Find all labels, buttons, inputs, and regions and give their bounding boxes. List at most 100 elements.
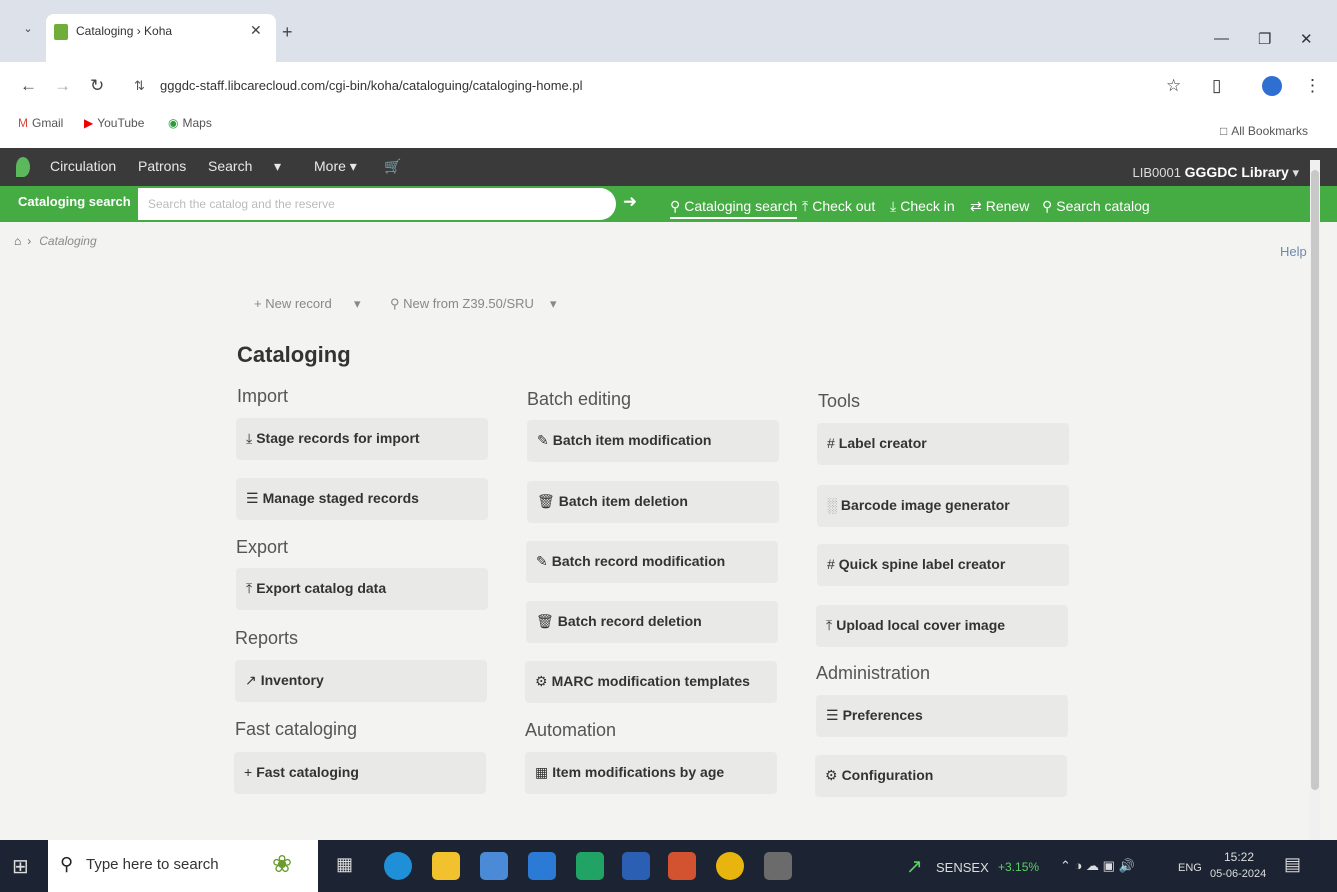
- mail-icon[interactable]: [528, 852, 556, 880]
- gear-icon: ⚙: [535, 673, 548, 689]
- item-modifications-by-age-button[interactable]: ▦ Item modifications by age: [525, 752, 777, 794]
- batch-item-deletion-button[interactable]: 🗑 Batch item deletion: [527, 481, 779, 523]
- bookmark-maps[interactable]: ◉ Maps: [168, 116, 212, 130]
- gmail-icon: M: [18, 116, 28, 130]
- file-explorer-icon[interactable]: [432, 852, 460, 880]
- search-icon: ⚲: [670, 198, 681, 214]
- all-bookmarks[interactable]: □ All Bookmarks: [1220, 124, 1308, 138]
- upload-local-cover-image-button[interactable]: ⤒ Upload local cover image: [816, 605, 1068, 647]
- browser-tab[interactable]: Cataloging › Koha ✕: [46, 14, 276, 62]
- export-catalog-button[interactable]: ⤒ Export catalog data: [236, 568, 488, 610]
- profile-avatar[interactable]: [1262, 76, 1282, 96]
- minimize-icon[interactable]: —: [1214, 30, 1229, 47]
- clock-date[interactable]: 05-06-2024: [1210, 868, 1266, 880]
- nav-more[interactable]: More ▾: [314, 158, 357, 175]
- site-info-icon[interactable]: ⇅: [134, 78, 145, 94]
- bookmark-youtube[interactable]: ▶ YouTube: [84, 116, 144, 130]
- bookmark-star-icon[interactable]: ☆: [1166, 76, 1181, 96]
- catalog-search-input[interactable]: [138, 188, 616, 220]
- bookmarks-bar: M Gmail ▶ YouTube ◉ Maps □ All Bookmarks: [0, 108, 1337, 148]
- cataloging-search-bar: Cataloging search ➜ ⚲Cataloging search ⤒…: [0, 186, 1337, 222]
- quicklink-check-in[interactable]: ⤓ Check in: [890, 198, 955, 215]
- window-close-icon[interactable]: ✕: [1300, 30, 1313, 48]
- quicklink-check-out[interactable]: ⤒ Check out: [802, 198, 875, 215]
- notification-icon[interactable]: ▤: [1284, 854, 1301, 875]
- new-tab-icon[interactable]: +: [282, 22, 293, 43]
- new-record-dropdown-icon[interactable]: ▾: [354, 296, 361, 312]
- back-icon[interactable]: ←: [20, 76, 37, 96]
- tab-search-chevron-icon[interactable]: ⌄: [18, 22, 38, 42]
- forward-icon[interactable]: →: [54, 76, 71, 96]
- nav-search[interactable]: Search: [208, 158, 252, 174]
- windows-taskbar: ⊞ ⚲ Type here to search ❀ ▦ ↗ SENSEX +3.…: [0, 840, 1337, 892]
- home-icon[interactable]: ⌂: [14, 234, 21, 248]
- system-tray-icons[interactable]: ⌃ ◑ ☁ ▣ 🔊: [1060, 858, 1135, 874]
- youtube-icon: ▶: [84, 116, 94, 130]
- upload-icon: ⤒: [802, 198, 809, 214]
- library-menu[interactable]: LIB0001 GGGDC Library ▾: [1133, 164, 1299, 181]
- clock-time[interactable]: 15:22: [1224, 850, 1254, 864]
- chrome-icon[interactable]: [716, 852, 744, 880]
- label-creator-button[interactable]: # Label creator: [817, 423, 1069, 465]
- page-title: Cataloging: [237, 342, 351, 367]
- word-icon[interactable]: [622, 852, 650, 880]
- excel-icon[interactable]: [576, 852, 604, 880]
- bookmark-gmail[interactable]: M Gmail: [18, 116, 63, 130]
- caret-down-icon: ▾: [349, 158, 357, 174]
- search-submit-arrow-icon[interactable]: ➜: [618, 192, 642, 216]
- gears-icon: ⚙: [825, 767, 838, 783]
- cart-icon[interactable]: 🛒: [384, 158, 401, 175]
- manage-staged-records-button[interactable]: ☰ Manage staged records: [236, 478, 488, 520]
- batch-record-modification-button[interactable]: ✎ Batch record modification: [526, 541, 778, 583]
- section-heading-import: Import: [237, 386, 289, 406]
- nav-search-dropdown-icon[interactable]: ▾: [274, 158, 281, 175]
- quick-spine-label-creator-button[interactable]: # Quick spine label creator: [817, 544, 1069, 586]
- page-scrollbar-thumb[interactable]: [1311, 170, 1319, 790]
- upload-icon: ⤒: [826, 617, 833, 633]
- language-indicator[interactable]: ENG: [1178, 862, 1202, 874]
- trash-icon: 🗑: [536, 613, 554, 629]
- edge-icon[interactable]: [384, 852, 412, 880]
- marc-modification-templates-button[interactable]: ⚙ MARC modification templates: [525, 661, 777, 703]
- new-record-button[interactable]: + New record: [254, 296, 332, 311]
- z3950-dropdown-icon[interactable]: ▾: [550, 296, 557, 312]
- preferences-button[interactable]: ☰ Preferences: [816, 695, 1068, 737]
- plant-widget-icon[interactable]: ❀: [272, 850, 292, 879]
- help-link[interactable]: Help: [1280, 244, 1307, 259]
- tab-title: Cataloging › Koha: [76, 24, 173, 38]
- store-icon[interactable]: [480, 852, 508, 880]
- section-heading-tools: Tools: [818, 391, 861, 411]
- nav-circulation[interactable]: Circulation: [50, 158, 116, 174]
- koha-favicon-icon: [54, 24, 68, 40]
- batch-item-modification-button[interactable]: ✎ Batch item modification: [527, 420, 779, 462]
- powerpoint-icon[interactable]: [668, 852, 696, 880]
- quicklink-search-catalog[interactable]: ⚲ Search catalog: [1042, 198, 1150, 215]
- quicklink-cataloging-search[interactable]: ⚲ Cataloging search: [670, 198, 798, 219]
- stage-records-button[interactable]: ⤓ Stage records for import: [236, 418, 488, 460]
- configuration-button[interactable]: ⚙ Configuration: [815, 755, 1067, 797]
- extensions-icon[interactable]: ▯: [1212, 76, 1221, 96]
- new-from-z3950-button[interactable]: ⚲ New from Z39.50/SRU: [390, 296, 534, 312]
- search-type-label[interactable]: Cataloging search: [18, 194, 131, 209]
- koha-top-nav: Circulation Patrons Search ▾ More ▾ 🛒 LI…: [0, 148, 1337, 186]
- reload-icon[interactable]: ↻: [90, 76, 104, 96]
- windows-start-icon[interactable]: ⊞: [12, 854, 29, 879]
- inventory-button[interactable]: ↗ Inventory: [235, 660, 487, 702]
- fast-cataloging-button[interactable]: + Fast cataloging: [234, 752, 486, 794]
- tab-close-icon[interactable]: ✕: [250, 22, 262, 39]
- task-view-icon[interactable]: ▦: [336, 854, 364, 882]
- renew-icon: ⇄: [970, 198, 982, 214]
- ticker-name[interactable]: SENSEX: [936, 860, 989, 875]
- ticker-change: +3.15%: [998, 860, 1040, 874]
- browser-menu-icon[interactable]: ⋮: [1304, 76, 1321, 96]
- app-icon[interactable]: [764, 852, 792, 880]
- batch-record-deletion-button[interactable]: 🗑 Batch record deletion: [526, 601, 778, 643]
- barcode-image-generator-button[interactable]: ░ Barcode image generator: [817, 485, 1069, 527]
- restore-icon[interactable]: ❐: [1258, 30, 1271, 48]
- address-bar[interactable]: gggdc-staff.libcarecloud.com/cgi-bin/koh…: [160, 78, 583, 93]
- folder-icon: □: [1220, 124, 1228, 138]
- koha-logo-icon[interactable]: [16, 157, 30, 177]
- hash-icon: #: [827, 435, 835, 451]
- nav-patrons[interactable]: Patrons: [138, 158, 186, 174]
- quicklink-renew[interactable]: ⇄ Renew: [970, 198, 1029, 215]
